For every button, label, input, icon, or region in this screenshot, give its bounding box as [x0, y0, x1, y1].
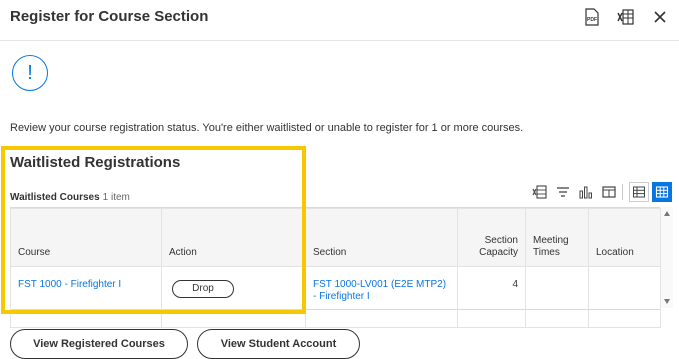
waitlisted-courses-table: Course Action Section Section Capacity M…: [10, 208, 661, 328]
status-message: Review your course registration status. …: [10, 122, 524, 134]
column-header-section[interactable]: Section: [305, 208, 458, 267]
table-view-icon[interactable]: [629, 182, 649, 202]
scroll-up-arrow-icon[interactable]: [664, 211, 670, 216]
column-header-course[interactable]: Course: [10, 208, 162, 267]
grid-view-icon[interactable]: [652, 182, 672, 202]
table-row: FST 1000 - Firefighter I Drop FST 1000-L…: [10, 266, 661, 328]
cell-meeting-times: [525, 266, 589, 328]
waitlisted-section-title: Waitlisted Registrations: [10, 154, 181, 171]
cell-section: FST 1000-LV001 (E2E MTP2) - Firefighter …: [305, 266, 458, 328]
view-registered-courses-button[interactable]: View Registered Courses: [10, 329, 188, 359]
grid-label: Waitlisted Courses 1 item: [10, 192, 130, 203]
close-icon[interactable]: [647, 6, 673, 28]
cell-section-capacity: 4: [457, 266, 526, 328]
header-actions: PDF: [571, 6, 673, 28]
item-count: 1 item: [102, 192, 130, 203]
filter-icon[interactable]: [553, 182, 573, 202]
drop-button[interactable]: Drop: [172, 280, 234, 298]
cell-location: [588, 266, 661, 328]
course-link[interactable]: FST 1000 - Firefighter I: [18, 279, 121, 290]
alert-symbol: !: [27, 61, 33, 84]
grid-scrollbar[interactable]: [661, 207, 673, 308]
export-to-excel-icon[interactable]: [530, 182, 550, 202]
column-header-section-capacity[interactable]: Section Capacity: [457, 208, 526, 267]
page-title: Register for Course Section: [10, 8, 209, 25]
grid-title: Waitlisted Courses: [10, 192, 100, 203]
exclamation-circle-icon: !: [12, 55, 48, 91]
waitlisted-courses-grid: Course Action Section Section Capacity M…: [10, 207, 661, 328]
chart-icon[interactable]: [576, 182, 596, 202]
view-student-account-button[interactable]: View Student Account: [197, 329, 360, 359]
section-link[interactable]: FST 1000-LV001 (E2E MTP2) - Firefighter …: [313, 279, 446, 302]
cell-course: FST 1000 - Firefighter I: [10, 266, 162, 328]
toolbar-separator: [622, 184, 623, 200]
pdf-icon[interactable]: PDF: [579, 6, 605, 28]
column-header-meeting-times[interactable]: Meeting Times: [525, 208, 589, 267]
column-header-location[interactable]: Location: [588, 208, 661, 267]
scroll-down-arrow-icon[interactable]: [664, 299, 670, 304]
cell-action: Drop: [161, 266, 306, 328]
column-header-action[interactable]: Action: [161, 208, 306, 267]
header-divider: [0, 40, 679, 41]
pdf-icon-label: PDF: [587, 17, 597, 23]
export-to-excel-icon[interactable]: [613, 6, 639, 28]
fullscreen-icon[interactable]: [599, 182, 619, 202]
grid-toolbar: [527, 182, 672, 202]
table-header-row: Course Action Section Section Capacity M…: [10, 208, 661, 267]
